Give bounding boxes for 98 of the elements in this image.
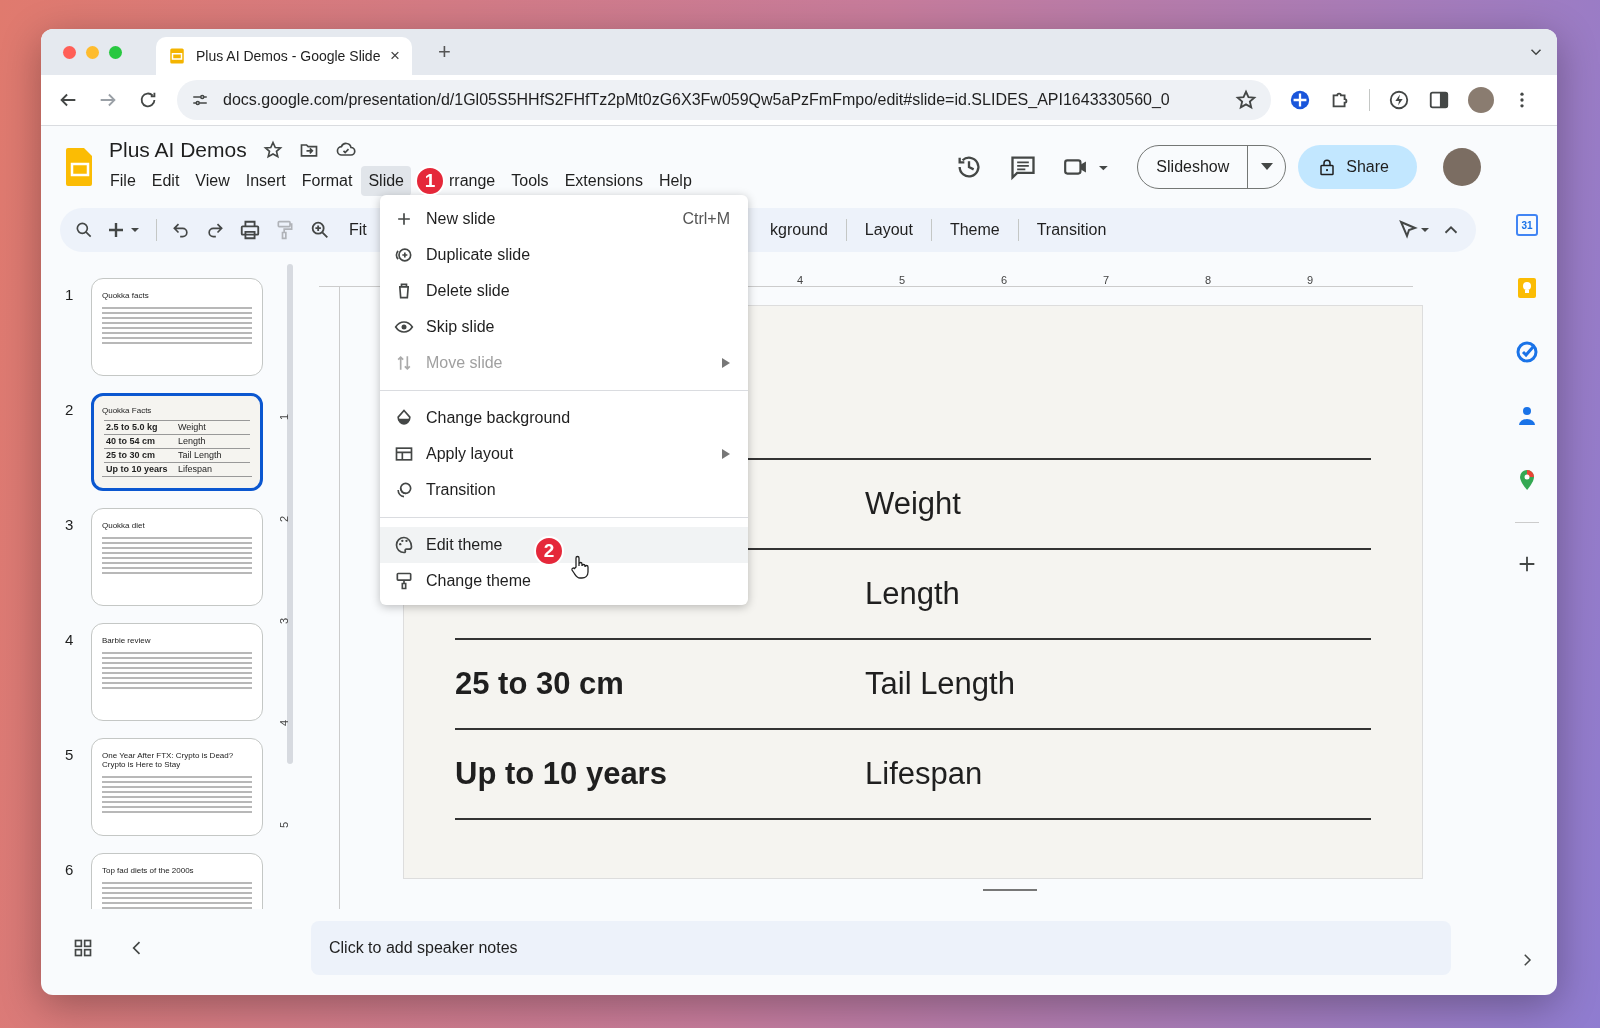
slide-label: Weight bbox=[865, 486, 961, 522]
menu-option-icon bbox=[394, 480, 414, 500]
slide-label: Tail Length bbox=[865, 666, 1015, 702]
slide-thumbnail[interactable]: Quokka diet bbox=[91, 508, 263, 606]
slide-thumbnail[interactable]: Top fad diets of the 2000s bbox=[91, 853, 263, 909]
ruler-number: 3 bbox=[278, 617, 290, 625]
ruler-number: 8 bbox=[1205, 274, 1212, 286]
slide-label: Length bbox=[865, 576, 960, 612]
thumbnail-cell-text: 25 to 30 cm bbox=[106, 450, 157, 461]
ruler-number: 9 bbox=[1307, 274, 1314, 286]
thumbnail-cell: Length bbox=[178, 436, 206, 447]
speaker-notes-field[interactable]: Click to add speaker notes bbox=[311, 921, 1451, 975]
thumbnail-title: Quokka facts bbox=[102, 291, 150, 300]
menu-option[interactable]: Duplicate slide bbox=[380, 237, 748, 273]
slide-thumbnail[interactable]: Quokka Facts 2.5 to 5.0 kg Weight 40 to 54 cm Length 25 to 30 cm Tail Length Up to 10 years Lifespan bbox=[91, 393, 263, 491]
menu-option[interactable]: New slide Ctrl+M bbox=[380, 201, 748, 237]
menu-item[interactable]: View bbox=[188, 166, 237, 196]
thumbnail-cell: Lifespan bbox=[178, 464, 213, 475]
thumbnail-cell-text: 2.5 to 5.0 kg bbox=[106, 422, 159, 433]
slide-value: Up to 10 years bbox=[455, 756, 667, 791]
thumbnail-cell: Weight bbox=[178, 422, 206, 433]
check-circle-icon[interactable] bbox=[1515, 340, 1539, 364]
thumbnail-title: Quokka Facts bbox=[102, 406, 153, 415]
menu-item[interactable]: Format bbox=[294, 166, 360, 196]
menu-item[interactable]: Edit bbox=[144, 166, 187, 196]
thumbnail-title: Quokka diet bbox=[102, 521, 146, 530]
lock-icon bbox=[1318, 157, 1337, 177]
menu-item[interactable]: Slide bbox=[361, 166, 411, 196]
caret-down-icon bbox=[1260, 163, 1273, 171]
slide-number: 6 bbox=[65, 860, 75, 878]
submenu-arrow-icon bbox=[720, 358, 730, 368]
toolbar-button[interactable]: Theme bbox=[945, 219, 1004, 241]
menu-option-icon bbox=[394, 571, 414, 591]
star-icon[interactable] bbox=[262, 140, 283, 160]
slide-number: 1 bbox=[65, 285, 75, 303]
menu-option-icon bbox=[394, 444, 414, 464]
search-icon[interactable] bbox=[74, 220, 94, 240]
pointer-arrow-icon[interactable] bbox=[1398, 219, 1432, 241]
print-icon[interactable] bbox=[239, 219, 261, 241]
slide-number: 4 bbox=[65, 630, 75, 648]
menu-item[interactable]: Insert bbox=[238, 166, 293, 196]
menu-option-icon bbox=[394, 245, 414, 265]
add-icon[interactable] bbox=[108, 220, 142, 240]
slide-value: 25 to 30 cm bbox=[455, 666, 624, 701]
menu-item[interactable]: rrange bbox=[449, 166, 503, 196]
calendar-icon[interactable]: 31 bbox=[1516, 214, 1538, 236]
thumbnail-title: One Year After FTX: Crypto is Dead? Crypto is Here to Stay bbox=[102, 751, 235, 769]
slide-number: 3 bbox=[65, 515, 75, 533]
thumbnail-cell-text: Up to 10 years bbox=[106, 464, 169, 475]
resize-handle[interactable] bbox=[983, 889, 1037, 891]
zoom-icon[interactable] bbox=[309, 219, 331, 241]
step-badge: 1 bbox=[415, 166, 445, 196]
profile-avatar[interactable] bbox=[1468, 87, 1494, 113]
browser-tab[interactable]: Plus AI Demos - Google Slide × bbox=[156, 37, 412, 75]
thumbnail-cell: Tail Length bbox=[178, 450, 222, 461]
ruler-number: 6 bbox=[1001, 274, 1008, 286]
thumbnail-title: Barbie review bbox=[102, 636, 152, 645]
lightning-icon[interactable] bbox=[1388, 89, 1410, 111]
slide-thumbnail[interactable]: Quokka facts bbox=[91, 278, 263, 376]
menu-option-icon bbox=[394, 535, 414, 555]
tab-title: Plus AI Demos - Google Slide bbox=[196, 48, 381, 64]
menu-item[interactable]: Tools bbox=[504, 166, 556, 196]
slide-thumbnail[interactable]: One Year After FTX: Crypto is Dead? Crypto is Here to Stay bbox=[91, 738, 263, 836]
menu-item[interactable]: Help bbox=[651, 166, 699, 196]
hand-cursor-icon bbox=[569, 555, 589, 579]
thumbnail-cell-text: 40 to 54 cm bbox=[106, 436, 157, 447]
slides-logo-icon bbox=[168, 47, 186, 65]
side-panel-icon[interactable] bbox=[1428, 89, 1450, 111]
menu-item[interactable]: Extensions bbox=[557, 166, 650, 196]
slide-thumbnail[interactable]: Barbie review bbox=[91, 623, 263, 721]
new-tab-button[interactable]: + bbox=[432, 38, 457, 66]
thumbnail-title: Top fad diets of the 2000s bbox=[102, 866, 195, 875]
toolbar-button[interactable]: kground bbox=[766, 219, 832, 241]
toolbar-button[interactable]: Transition bbox=[1032, 219, 1111, 241]
address-bar[interactable]: docs.google.com/presentation/d/1Gl05S5HHfS2FHfTz2pMt0zG6X3Fw059Qw5aPzFmFmpo/edit#slide=id.SLIDES_API1643330560_0 bbox=[177, 80, 1271, 120]
ruler-number: 7 bbox=[1103, 274, 1110, 286]
share-button[interactable]: Share bbox=[1298, 145, 1417, 189]
scrollbar[interactable] bbox=[287, 264, 293, 764]
ruler-number: 5 bbox=[899, 274, 906, 286]
extension-logo-icon[interactable] bbox=[1289, 89, 1311, 111]
menu-item[interactable]: File bbox=[103, 166, 143, 196]
toolbar-button[interactable]: Layout bbox=[860, 219, 917, 241]
grid-view-icon[interactable] bbox=[73, 938, 93, 958]
ruler-number: 2 bbox=[278, 515, 290, 523]
ruler-number: 4 bbox=[278, 719, 290, 727]
star-icon[interactable] bbox=[1235, 89, 1257, 111]
slide-number: 5 bbox=[65, 745, 75, 763]
submenu-arrow-icon bbox=[720, 449, 730, 459]
ruler-number: 1 bbox=[278, 413, 290, 421]
close-tab-button[interactable]: × bbox=[390, 46, 400, 66]
slide-number: 2 bbox=[65, 400, 75, 418]
ruler-number: 4 bbox=[797, 274, 804, 286]
ruler-number: 5 bbox=[278, 821, 290, 829]
slide-label: Lifespan bbox=[865, 756, 983, 792]
document-title[interactable]: Plus AI Demos bbox=[109, 138, 247, 162]
zoom-select[interactable]: Fit bbox=[345, 219, 371, 241]
account-avatar[interactable] bbox=[1443, 148, 1481, 186]
menu-option-icon bbox=[394, 408, 414, 428]
